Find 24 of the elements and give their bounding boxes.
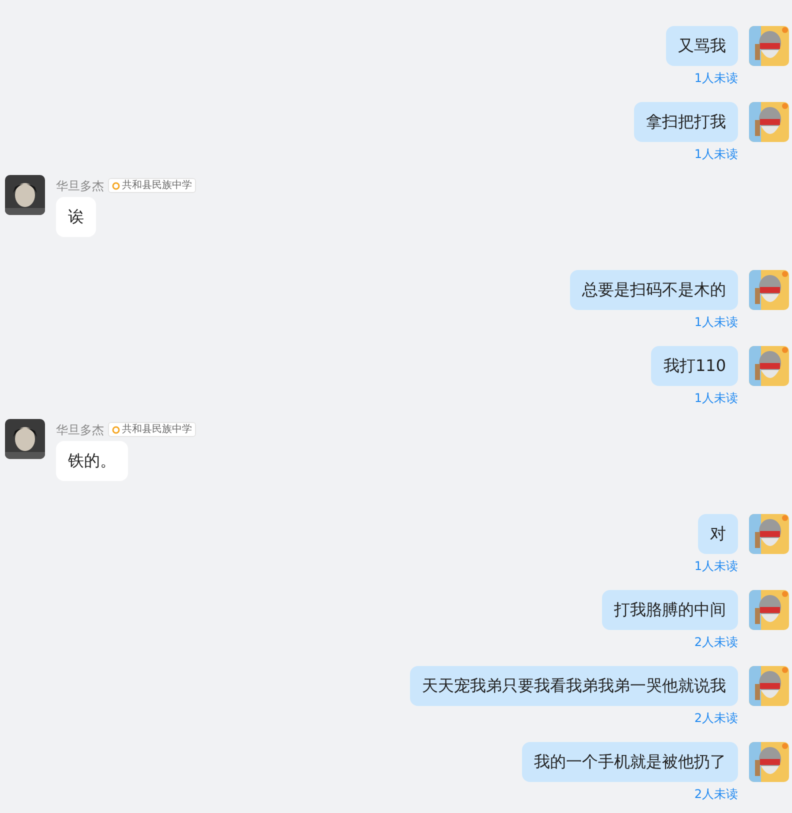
message-bubble: 对 bbox=[698, 514, 738, 554]
read-receipt: 1人未读 bbox=[694, 147, 738, 161]
message-bubble: 我的一个手机就是被他扔了 bbox=[522, 742, 738, 782]
read-receipt: 2人未读 bbox=[694, 635, 738, 649]
message-bubble: 总要是扫码不是木的 bbox=[570, 270, 738, 310]
school-badge: 共和县民族中学 bbox=[108, 422, 196, 437]
sender-name: 华旦多杰 bbox=[56, 422, 104, 436]
message-bubble: 铁的。 bbox=[56, 441, 128, 481]
message-bubble: 诶 bbox=[56, 197, 96, 237]
sender-name: 华旦多杰 bbox=[56, 178, 104, 192]
read-receipt: 2人未读 bbox=[694, 711, 738, 725]
read-receipt: 1人未读 bbox=[694, 559, 738, 573]
badge-icon bbox=[112, 182, 120, 190]
read-receipt: 1人未读 bbox=[694, 315, 738, 329]
message-bubble: 又骂我 bbox=[666, 26, 738, 66]
message-bubble: 天天宠我弟只要我看我弟我弟一哭他就说我 bbox=[410, 666, 738, 706]
message-bubble: 拿扫把打我 bbox=[634, 102, 738, 142]
school-badge: 共和县民族中学 bbox=[108, 178, 196, 193]
badge-icon bbox=[112, 426, 120, 434]
read-receipt: 1人未读 bbox=[694, 391, 738, 405]
message-bubble: 我打110 bbox=[651, 346, 738, 386]
read-receipt: 1人未读 bbox=[694, 71, 738, 85]
read-receipt: 2人未读 bbox=[694, 787, 738, 801]
message-bubble: 打我胳膊的中间 bbox=[602, 590, 738, 630]
